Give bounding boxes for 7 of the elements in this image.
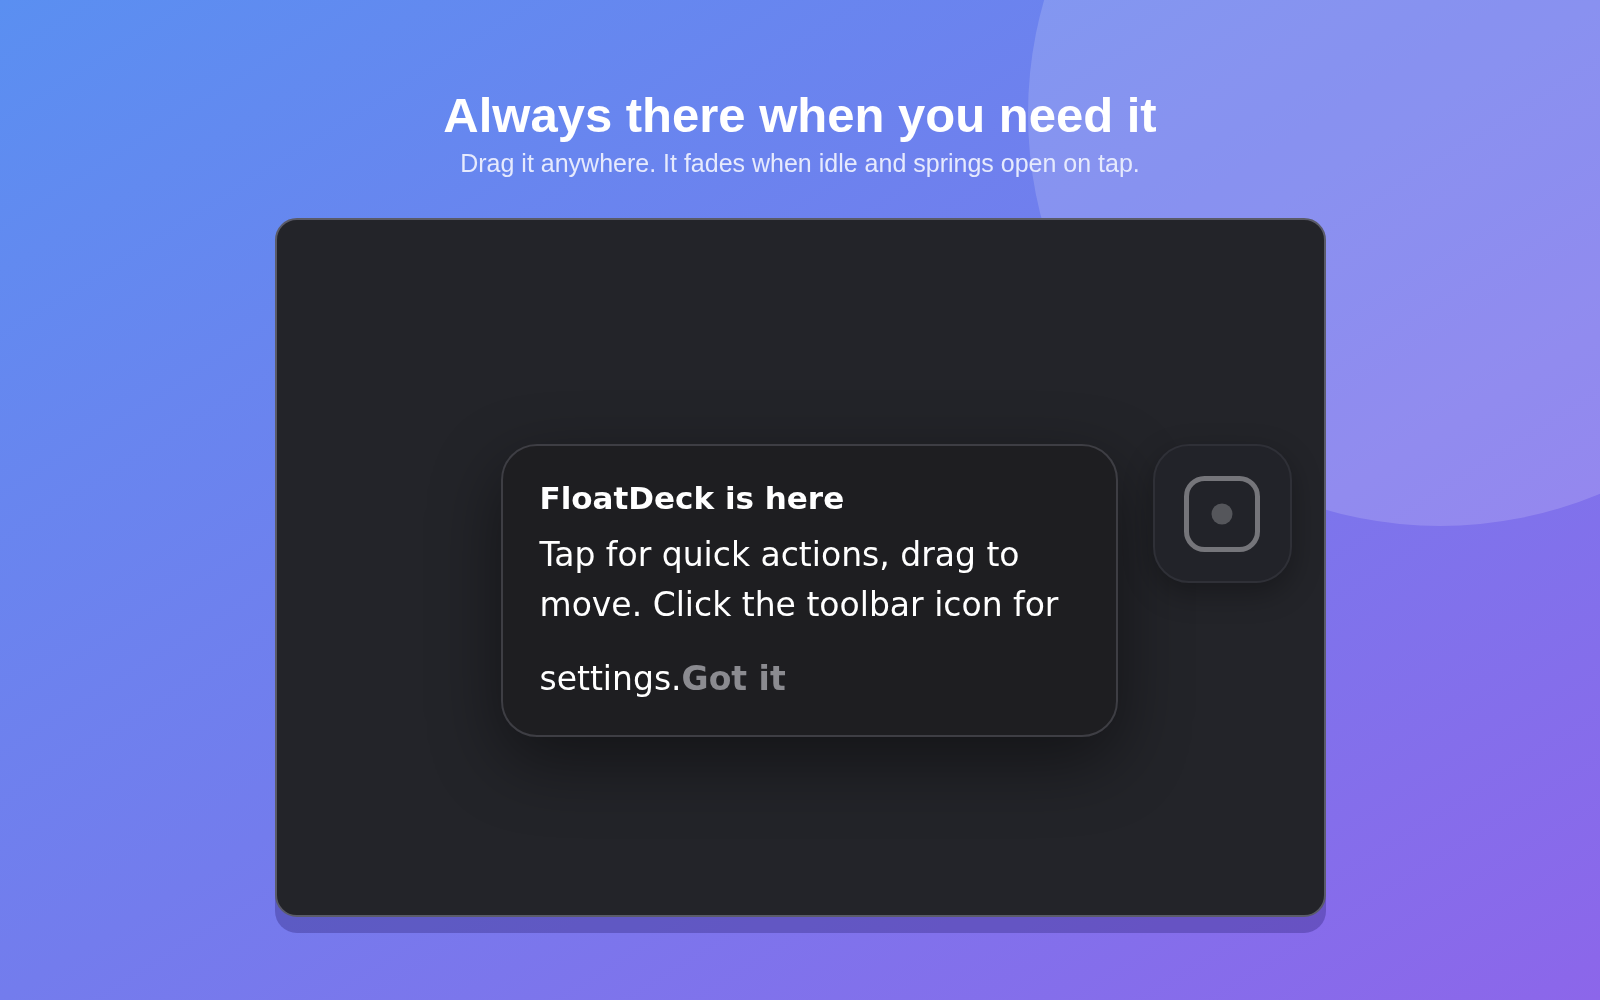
hero-title: Always there when you need it — [443, 91, 1157, 140]
got-it-button[interactable]: Got it — [681, 630, 786, 704]
tooltip-title: FloatDeck is here — [539, 479, 846, 517]
dot-square-icon — [1184, 475, 1260, 552]
tooltip-body: Tap for quick actions, drag to move. Click the toolbar icon for settings.Got it — [539, 530, 1079, 704]
floating-button[interactable] — [1152, 444, 1292, 583]
hero-subtitle: Drag it anywhere. It fades when idle and springs open on tap. — [460, 151, 1140, 176]
